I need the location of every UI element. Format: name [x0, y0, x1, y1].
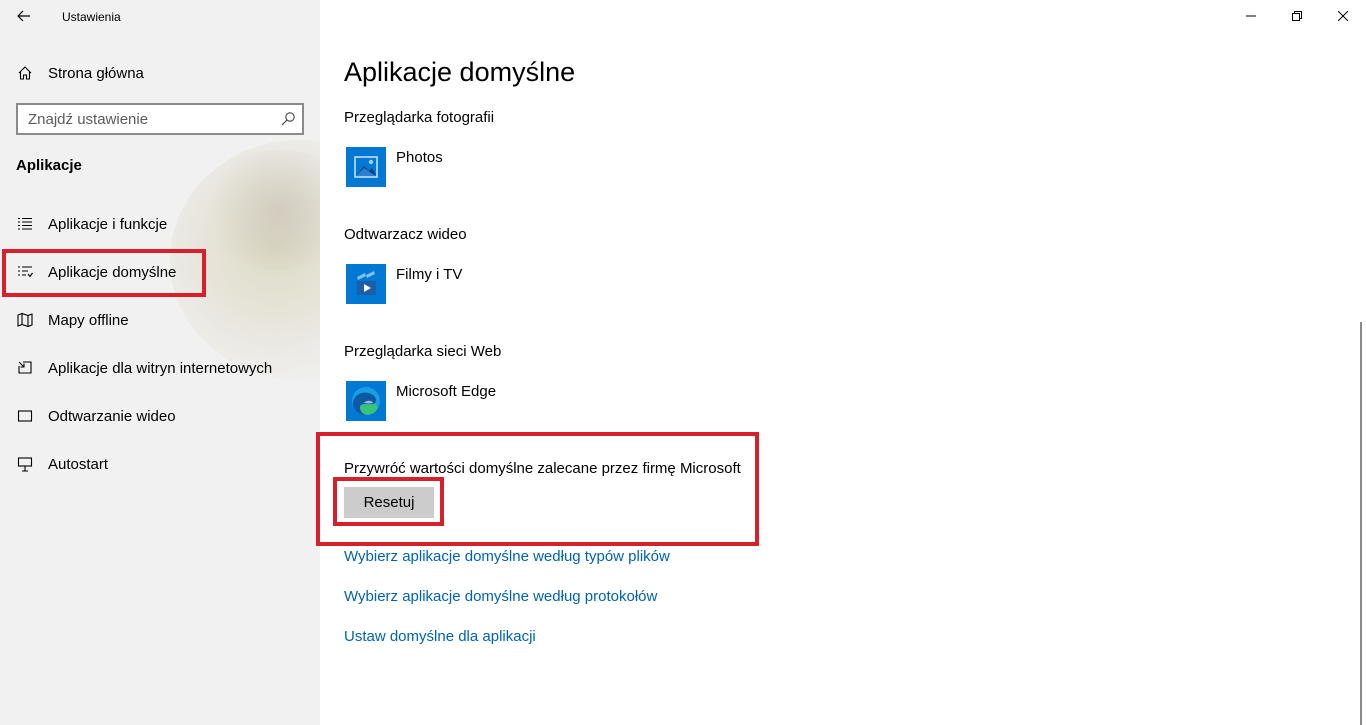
sidebar-item-startup[interactable]: Autostart — [0, 444, 320, 484]
scrollbar[interactable] — [1360, 322, 1362, 725]
window-controls — [1228, 0, 1366, 32]
back-button[interactable] — [8, 4, 40, 28]
sidebar-item-label: Aplikacje i funkcje — [48, 215, 168, 233]
photos-app-icon — [346, 147, 386, 187]
close-icon — [1338, 11, 1348, 21]
web-browser-label: Przeglądarka sieci Web — [344, 343, 502, 360]
link-default-apps-by-file-type[interactable]: Wybierz aplikacje domyślne według typów … — [344, 548, 670, 565]
sidebar: Ustawienia Strona główna Aplikacje Apli — [0, 0, 320, 725]
sidebar-item-label: Autostart — [48, 455, 109, 473]
search-input[interactable] — [28, 110, 268, 128]
title-bar: Ustawienia — [0, 0, 320, 32]
photo-viewer-label: Przeglądarka fotografii — [344, 109, 495, 126]
page-title: Aplikacje domyślne — [344, 57, 576, 87]
main-content: Aplikacje domyślne Przeglądarka fotograf… — [316, 0, 1366, 725]
sidebar-item-label: Mapy offline — [48, 311, 129, 329]
sidebar-item-home[interactable]: Strona główna — [0, 56, 320, 90]
app-name: Photos — [396, 149, 443, 166]
video-player-app[interactable]: Filmy i TV — [344, 264, 744, 308]
restore-button[interactable] — [1274, 0, 1320, 32]
offline-maps-icon — [16, 311, 34, 329]
link-default-apps-by-protocol[interactable]: Wybierz aplikacje domyślne według protok… — [344, 588, 657, 605]
photo-viewer-app[interactable]: Photos — [344, 147, 744, 191]
back-arrow-icon — [17, 10, 30, 22]
search-icon[interactable] — [280, 111, 296, 127]
sidebar-item-label: Strona główna — [48, 64, 144, 82]
sidebar-item-label: Aplikacje domyślne — [48, 263, 177, 281]
app-name: Filmy i TV — [396, 266, 463, 283]
default-apps-icon — [16, 263, 34, 281]
link-set-defaults-by-app[interactable]: Ustaw domyślne dla aplikacji — [344, 628, 536, 645]
restore-icon — [1292, 11, 1302, 21]
close-button[interactable] — [1320, 0, 1366, 32]
home-icon — [16, 64, 34, 82]
sidebar-item-apps-features[interactable]: Aplikacje i funkcje — [0, 204, 320, 244]
reset-button[interactable]: Resetuj — [344, 487, 434, 518]
minimize-icon — [1246, 15, 1256, 17]
minimize-button[interactable] — [1228, 0, 1274, 32]
sidebar-item-default-apps[interactable]: Aplikacje domyślne — [0, 252, 320, 292]
web-browser-app[interactable]: Microsoft Edge — [344, 381, 744, 425]
search-box[interactable] — [16, 103, 304, 135]
apps-for-websites-icon — [16, 359, 34, 377]
sidebar-item-label: Odtwarzanie wideo — [48, 407, 176, 425]
app-title: Ustawienia — [62, 10, 121, 24]
startup-icon — [16, 455, 34, 473]
sidebar-item-label: Aplikacje dla witryn internetowych — [48, 359, 273, 377]
app-name: Microsoft Edge — [396, 383, 497, 400]
edge-browser-icon — [346, 381, 386, 421]
reset-description: Przywróć wartości domyślne zalecane prze… — [344, 460, 741, 477]
video-playback-icon — [16, 407, 34, 425]
video-player-label: Odtwarzacz wideo — [344, 226, 467, 243]
apps-features-icon — [16, 215, 34, 233]
sidebar-item-offline-maps[interactable]: Mapy offline — [0, 300, 320, 340]
sidebar-item-apps-for-websites[interactable]: Aplikacje dla witryn internetowych — [0, 348, 320, 388]
section-title: Aplikacje — [16, 157, 82, 174]
sidebar-item-video-playback[interactable]: Odtwarzanie wideo — [0, 396, 320, 436]
movies-tv-app-icon — [346, 264, 386, 304]
